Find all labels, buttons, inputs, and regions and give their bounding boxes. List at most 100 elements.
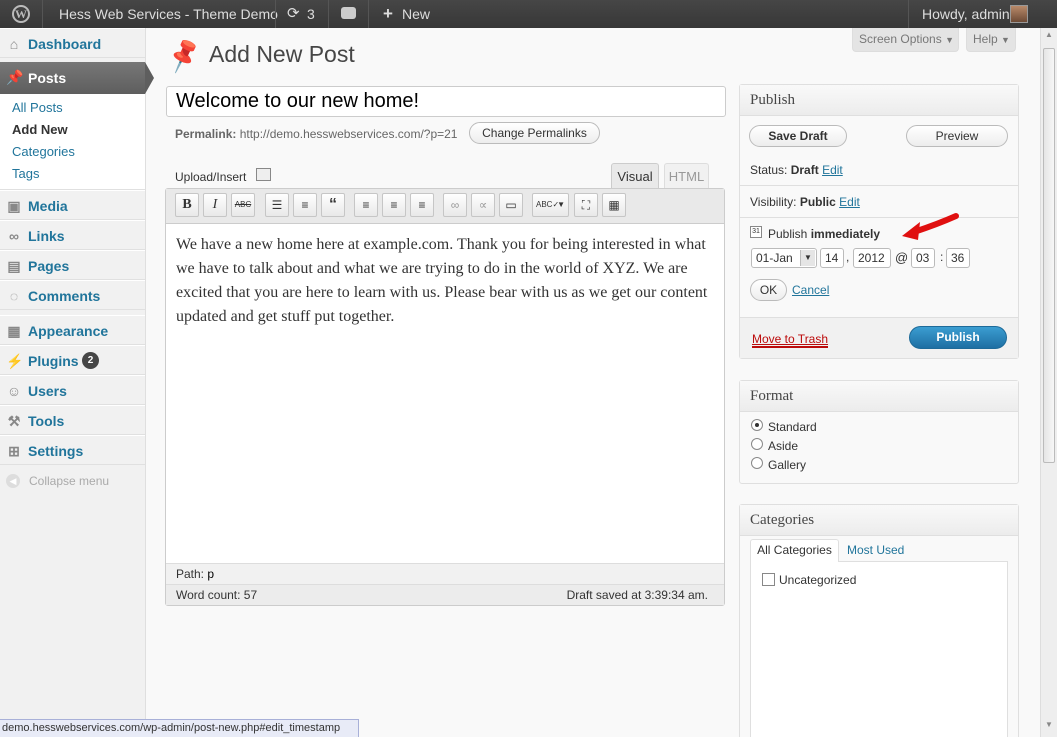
menu-label: Settings <box>28 443 84 459</box>
comments-icon[interactable] <box>341 7 356 19</box>
numbered-list-button[interactable]: ≡ <box>293 193 317 217</box>
status-value: Draft <box>790 163 819 177</box>
spellcheck-button[interactable]: ABC✓ ▼ <box>532 193 569 217</box>
align-center-button[interactable]: ≡ <box>382 193 406 217</box>
pages-icon: ▤ <box>7 258 21 274</box>
format-box-title: Format <box>740 381 1018 412</box>
menu-media[interactable]: ▣ Media <box>0 190 145 220</box>
fullscreen-button[interactable]: ⛶ <box>574 193 598 217</box>
scroll-down-icon[interactable]: ▼ <box>1043 720 1055 734</box>
menu-settings[interactable]: ⊞ Settings <box>0 435 145 465</box>
editor-content[interactable]: We have a new home here at example.com. … <box>176 233 716 329</box>
change-permalinks-button[interactable]: Change Permalinks <box>469 122 600 144</box>
edit-visibility-link[interactable]: Edit <box>839 195 860 209</box>
avatar[interactable] <box>1010 5 1028 23</box>
cancel-link[interactable]: Cancel <box>792 283 829 297</box>
menu-links[interactable]: ∞ Links <box>0 220 145 250</box>
howdy-account-link[interactable]: Howdy, admin <box>922 0 1010 28</box>
strikethrough-button[interactable]: ABC <box>231 193 255 217</box>
comment-icon: ◌ <box>9 288 19 304</box>
menu-label: Plugins <box>28 353 79 369</box>
browser-status-url: demo.hesswebservices.com/wp-admin/post-n… <box>0 719 360 737</box>
minute-input[interactable]: 36 <box>946 248 970 268</box>
more-tag-button[interactable]: ▭ <box>499 193 523 217</box>
menu-label: Links <box>28 228 65 244</box>
menu-appearance[interactable]: ▦ Appearance <box>0 315 145 345</box>
day-input[interactable]: 14 <box>820 248 844 268</box>
tools-icon: ⚒ <box>7 413 21 429</box>
add-media-icon[interactable] <box>256 168 271 181</box>
publish-label: Publish <box>768 227 808 241</box>
month-value: 01-Jan <box>756 251 793 265</box>
submenu-categories[interactable]: Categories <box>12 144 75 159</box>
unlink-button[interactable]: ∝ <box>471 193 495 217</box>
hour-input[interactable]: 03 <box>911 248 935 268</box>
categories-list <box>750 561 1008 737</box>
blockquote-button[interactable]: “ <box>321 193 345 217</box>
align-left-button[interactable]: ≡ <box>354 193 378 217</box>
tab-most-used[interactable]: Most Used <box>847 543 904 557</box>
menu-users[interactable]: ☺ Users <box>0 375 145 405</box>
page-scrollbar[interactable]: ▲ ▼ <box>1040 28 1057 737</box>
format-aside-radio[interactable] <box>751 438 763 450</box>
link-icon: ∞ <box>9 228 19 244</box>
admin-sidebar: ⌂ Dashboard 📌 Posts All Posts Add New Ca… <box>0 28 154 737</box>
bold-button[interactable]: B <box>175 193 199 217</box>
menu-dashboard[interactable]: ⌂ Dashboard <box>0 28 145 58</box>
collapse-icon[interactable]: ◀ <box>6 474 20 488</box>
menu-label: Pages <box>28 258 70 274</box>
kitchen-sink-button[interactable]: ▦ <box>602 193 626 217</box>
visibility-row: Visibility: Public Edit <box>750 195 860 209</box>
menu-plugins[interactable]: ⚡ Plugins 2 <box>0 345 145 375</box>
align-right-button[interactable]: ≡ <box>410 193 434 217</box>
submenu-all-posts[interactable]: All Posts <box>12 100 63 115</box>
ok-button[interactable]: OK <box>750 279 787 301</box>
submenu-add-new[interactable]: Add New <box>12 122 68 137</box>
divider <box>328 0 329 28</box>
menu-posts[interactable]: 📌 Posts <box>0 62 154 94</box>
format-standard-radio[interactable] <box>751 419 763 431</box>
menu-pages[interactable]: ▤ Pages <box>0 250 145 280</box>
scrollbar-thumb[interactable] <box>1043 48 1055 463</box>
plus-icon[interactable]: + <box>383 0 393 28</box>
menu-comments[interactable]: ◌ Comments <box>0 280 145 310</box>
publish-button[interactable]: Publish <box>909 326 1007 349</box>
month-select[interactable]: 01-Jan ▼ <box>751 248 817 268</box>
visibility-label: Visibility: <box>750 195 797 209</box>
uncategorized-checkbox[interactable] <box>762 573 775 586</box>
divider <box>740 185 1018 186</box>
path-value[interactable]: p <box>207 567 214 581</box>
edit-status-link[interactable]: Edit <box>822 163 843 177</box>
post-title-input[interactable]: Welcome to our new home! <box>166 86 726 117</box>
updates-count[interactable]: 3 <box>307 0 315 28</box>
help-button[interactable]: Help ▼ <box>966 28 1016 52</box>
format-gallery-radio[interactable] <box>751 457 763 469</box>
screen-options-button[interactable]: Screen Options ▼ <box>852 28 959 52</box>
upload-insert-label: Upload/Insert <box>175 170 247 184</box>
submenu-tags[interactable]: Tags <box>12 166 39 181</box>
updates-icon[interactable]: ⟳ <box>287 0 300 28</box>
site-name-link[interactable]: Hess Web Services - Theme Demo <box>59 0 278 28</box>
format-standard-label: Standard <box>768 420 817 434</box>
preview-button[interactable]: Preview <box>906 125 1008 147</box>
italic-button[interactable]: I <box>203 193 227 217</box>
collapse-menu-link[interactable]: Collapse menu <box>29 474 109 488</box>
category-uncategorized-label: Uncategorized <box>779 573 857 587</box>
divider <box>740 217 1018 218</box>
new-content-link[interactable]: New <box>402 0 430 28</box>
wordpress-logo-icon[interactable]: W <box>12 5 30 23</box>
permalink-row: Permalink: http://demo.hesswebservices.c… <box>175 127 457 141</box>
save-draft-button[interactable]: Save Draft <box>749 125 847 147</box>
permalink-url[interactable]: http://demo.hesswebservices.com/?p=21 <box>240 127 458 141</box>
tab-all-categories[interactable]: All Categories <box>750 539 839 562</box>
menu-tools[interactable]: ⚒ Tools <box>0 405 145 435</box>
insert-link-button[interactable]: ∞ <box>443 193 467 217</box>
settings-icon: ⊞ <box>8 443 20 459</box>
tab-html[interactable]: HTML <box>664 163 709 189</box>
year-input[interactable]: 2012 <box>853 248 891 268</box>
bullet-list-button[interactable]: ☰ <box>265 193 289 217</box>
tab-visual[interactable]: Visual <box>611 163 659 189</box>
comma-separator: , <box>846 250 850 264</box>
move-to-trash-link[interactable]: Move to Trash <box>752 332 829 348</box>
scroll-up-icon[interactable]: ▲ <box>1043 30 1055 44</box>
